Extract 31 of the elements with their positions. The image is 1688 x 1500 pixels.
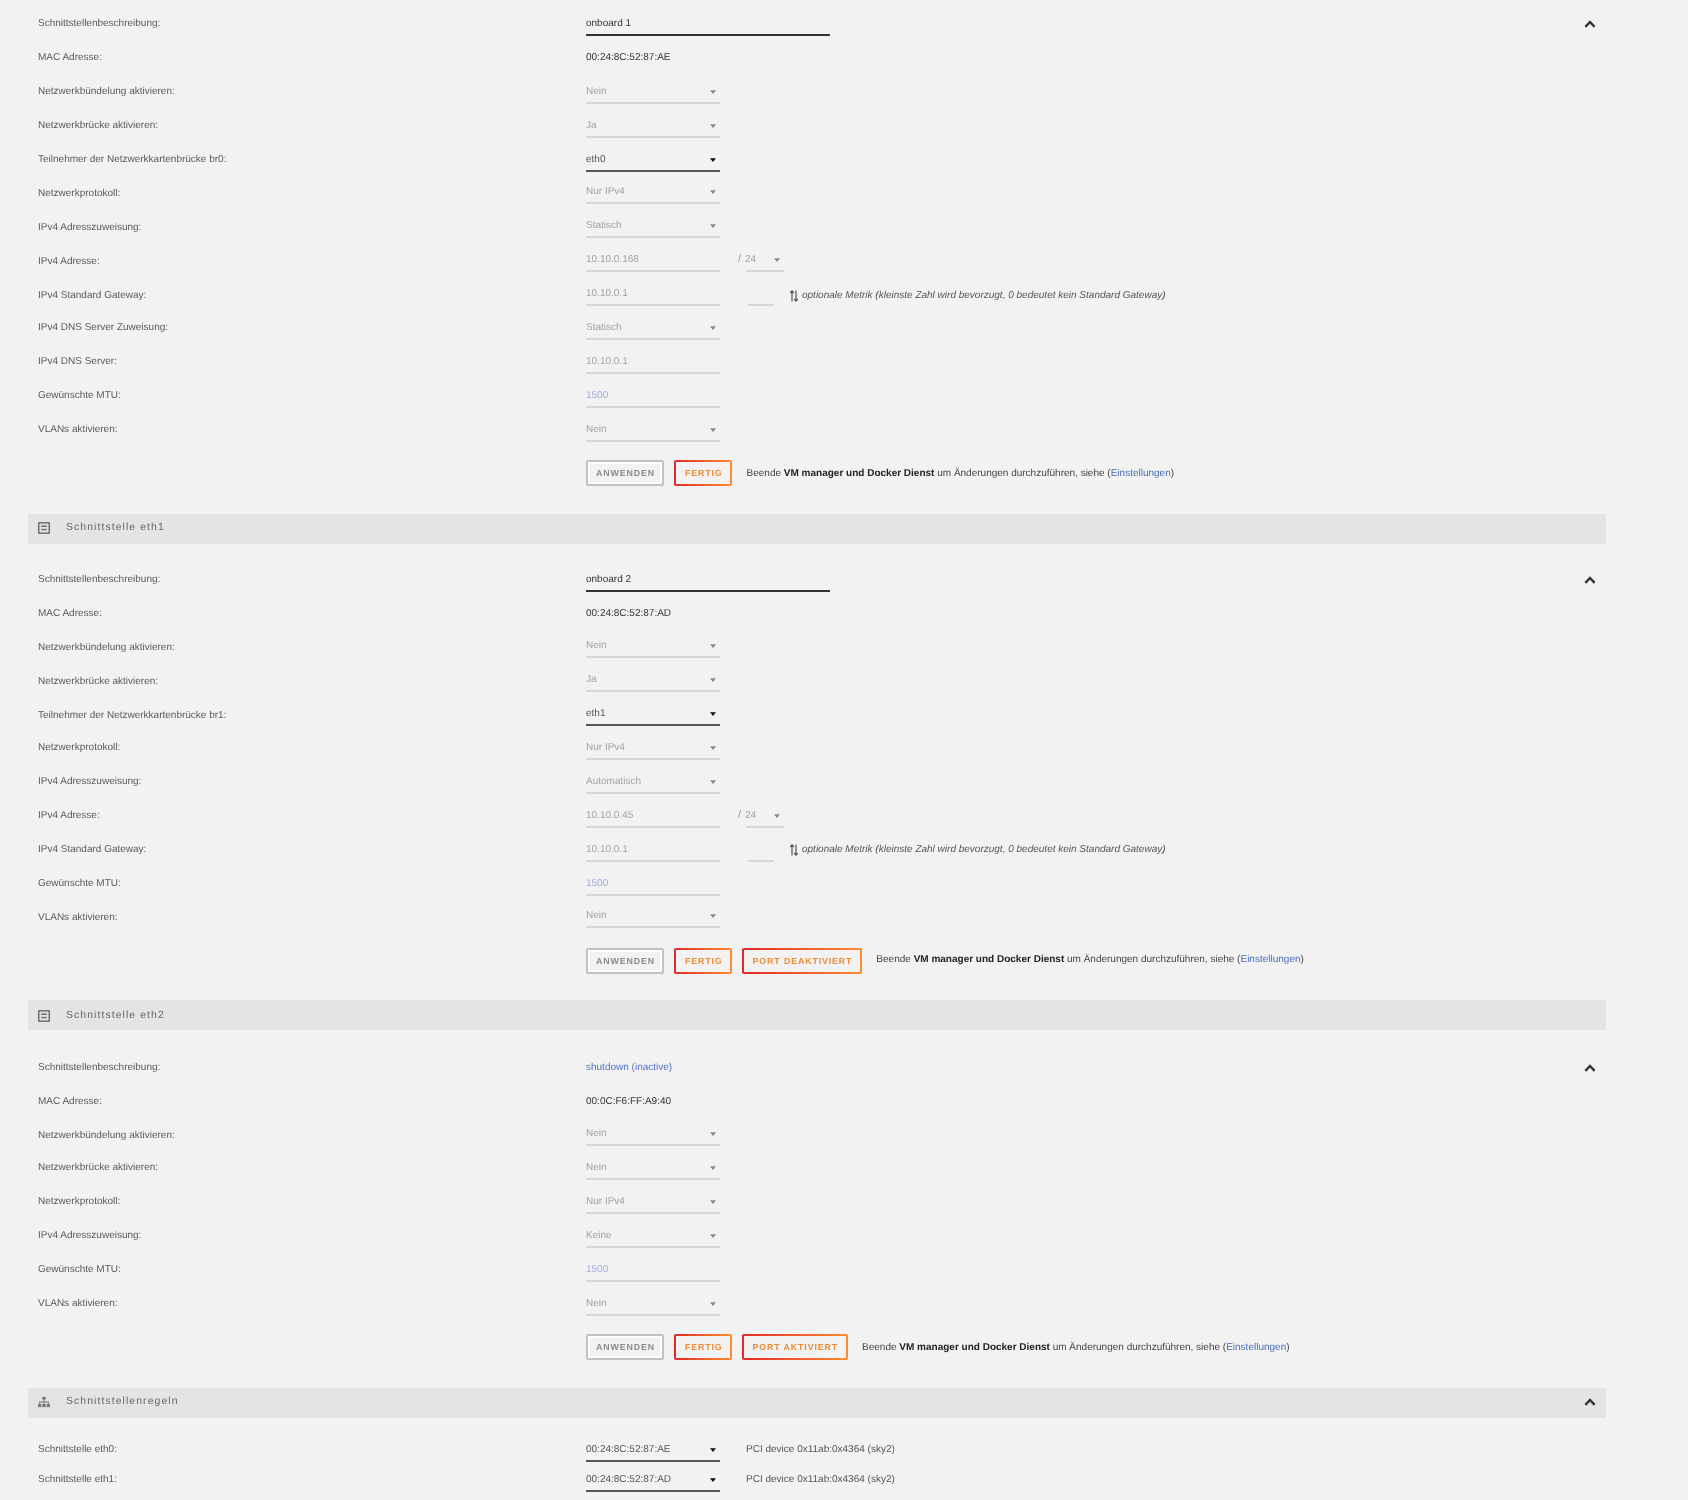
chevron-up-icon[interactable] (1584, 1398, 1596, 1406)
caret-icon (710, 1165, 716, 1170)
caret-icon (773, 813, 780, 818)
chevron-up-icon[interactable] (1584, 20, 1596, 29)
caret-icon (710, 779, 716, 784)
caret-icon (710, 745, 716, 750)
caret-icon (710, 427, 716, 432)
caret-icon (710, 123, 716, 128)
sort-arrows-icon (790, 289, 798, 302)
caret-icon (710, 325, 716, 330)
sort-arrows-icon (790, 844, 798, 857)
caret-icon (710, 1132, 716, 1137)
caret-icon (710, 644, 716, 649)
caret-icon (710, 1233, 716, 1238)
chevron-up-icon[interactable] (1584, 1063, 1596, 1072)
caret-icon (710, 190, 716, 195)
caret-icon (710, 1199, 716, 1204)
caret-icon (710, 712, 716, 717)
chevron-up-icon[interactable] (1584, 576, 1596, 585)
caret-icon (710, 224, 716, 229)
list-box-icon (38, 1009, 50, 1022)
caret-icon (710, 914, 716, 919)
caret-icon (710, 157, 716, 161)
caret-icon (710, 678, 716, 683)
caret-icon (710, 89, 716, 94)
sitemap-icon (38, 1396, 50, 1408)
caret-icon (710, 1447, 716, 1451)
caret-icon (773, 258, 780, 263)
caret-icon (710, 1301, 716, 1306)
list-box-icon (38, 522, 50, 535)
caret-icon (710, 1477, 716, 1481)
